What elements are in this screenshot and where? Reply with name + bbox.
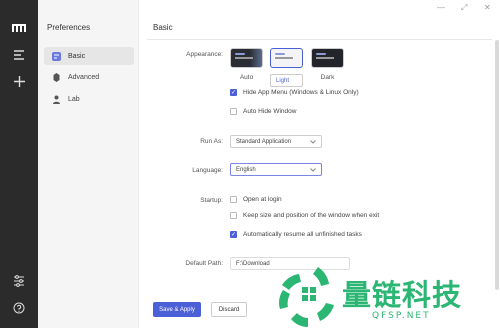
keep-size-checkbox[interactable]: Keep size and position of the window whe… xyxy=(230,212,379,219)
language-label: Language: xyxy=(192,167,223,174)
basic-icon xyxy=(52,51,61,61)
maximize-icon[interactable]: ⤢ xyxy=(461,3,467,13)
keep-size-label: Keep size and position of the window whe… xyxy=(243,212,380,219)
hide-app-menu-checkbox[interactable]: ✓ Hide App Menu (Windows & Linux Only) xyxy=(230,89,359,96)
chevron-down-icon xyxy=(310,139,316,144)
default-path-label: Default Path: xyxy=(185,260,223,267)
preferences-sidebar: Preferences Basic Advanced Lab xyxy=(38,0,139,328)
app-logo-icon xyxy=(8,20,30,36)
theme-light-option[interactable] xyxy=(270,48,303,68)
theme-auto-option[interactable] xyxy=(230,48,263,68)
auto-hide-window-checkbox[interactable]: Auto Hide Window xyxy=(230,108,296,115)
auto-resume-checkbox[interactable]: ✓ Automatically resume all unfinished ta… xyxy=(230,231,362,238)
run-as-value: Standard Application xyxy=(236,138,292,145)
menu-icon[interactable] xyxy=(8,47,30,63)
sidebar-item-label: Lab xyxy=(68,95,80,103)
close-icon[interactable]: ✕ xyxy=(484,3,491,12)
theme-dark-option[interactable] xyxy=(311,48,344,68)
save-apply-button[interactable]: Save & Apply xyxy=(153,302,201,317)
watermark-text: 量链科技 xyxy=(342,278,463,312)
startup-label: Startup: xyxy=(200,197,223,204)
run-as-label: Run As: xyxy=(200,138,223,145)
theme-auto-caption: Auto xyxy=(239,74,254,81)
open-at-login-label: Open at login xyxy=(243,196,282,203)
watermark-subtext: QFSP.NET xyxy=(372,311,431,321)
open-at-login-checkbox[interactable]: Open at login xyxy=(230,196,282,203)
minimize-icon[interactable]: — xyxy=(437,3,445,12)
checkbox-icon xyxy=(230,212,237,219)
checkbox-icon xyxy=(230,196,237,203)
chevron-down-icon xyxy=(310,167,316,172)
divider xyxy=(147,39,492,40)
help-icon[interactable] xyxy=(8,300,30,316)
preferences-icon[interactable] xyxy=(8,273,30,289)
add-icon[interactable] xyxy=(8,73,30,89)
icon-rail xyxy=(0,0,38,328)
check-icon: ✓ xyxy=(230,231,237,238)
sidebar-item-label: Basic xyxy=(68,52,86,60)
sidebar-item-basic[interactable]: Basic xyxy=(44,47,134,65)
auto-hide-window-label: Auto Hide Window xyxy=(243,108,297,115)
lab-icon xyxy=(53,95,60,104)
checkbox-icon xyxy=(230,108,237,115)
appearance-label: Appearance: xyxy=(186,51,223,58)
language-select[interactable]: English xyxy=(230,163,322,176)
hide-app-menu-label: Hide App Menu (Windows & Linux Only) xyxy=(243,89,359,96)
auto-resume-label: Automatically resume all unfinished task… xyxy=(243,231,362,238)
advanced-icon xyxy=(53,72,60,82)
sidebar-title: Preferences xyxy=(47,23,91,32)
discard-button[interactable]: Discard xyxy=(211,302,247,317)
sidebar-item-label: Advanced xyxy=(68,73,100,81)
language-value: English xyxy=(236,166,256,173)
theme-dark-caption: Dark xyxy=(320,74,335,81)
scrollbar[interactable] xyxy=(495,40,499,290)
section-title: Basic xyxy=(153,23,173,32)
theme-light-caption: Light xyxy=(270,74,303,87)
run-as-select[interactable]: Standard Application xyxy=(230,135,322,148)
default-path-value: F:\Download xyxy=(236,260,270,267)
check-icon: ✓ xyxy=(230,89,237,96)
